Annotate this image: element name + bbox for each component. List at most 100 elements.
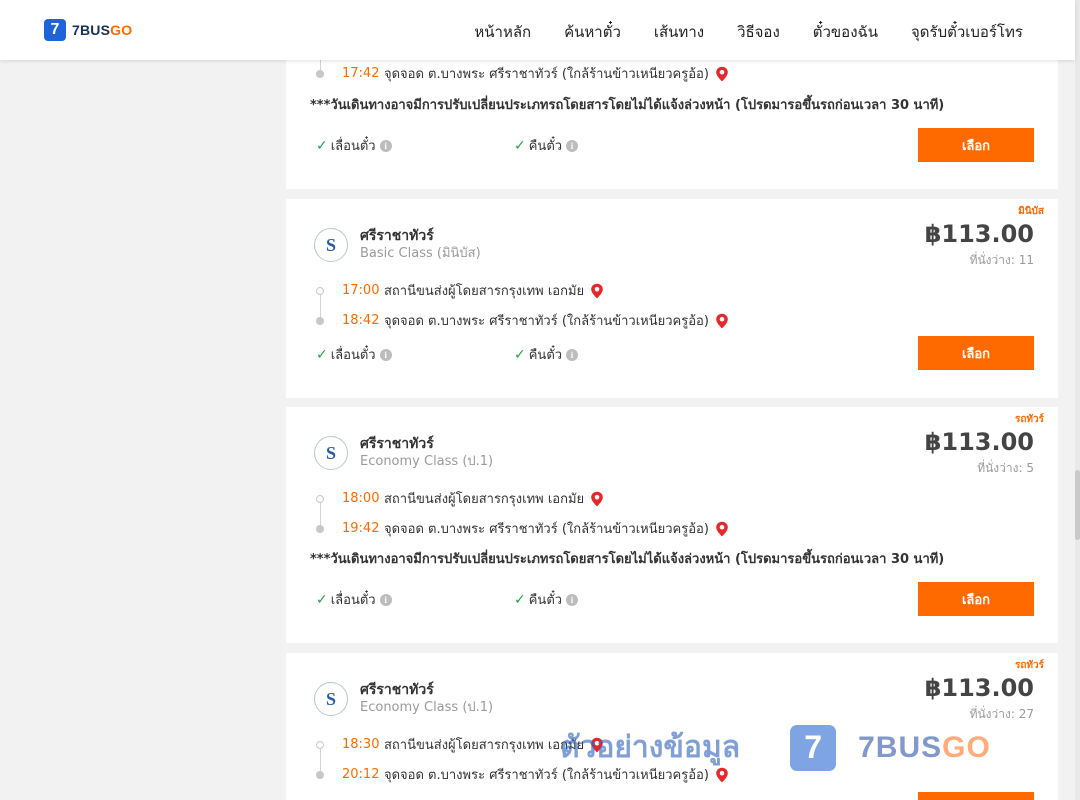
select-button[interactable]: เลือก [918,128,1034,162]
brand-logo[interactable]: 7 7BUSGO [44,19,132,41]
seats-available: ที่นั่งว่าง: 27 [969,707,1034,721]
price: ฿113.00 [924,220,1034,248]
arrival-place: จุดจอด ต.บางพระ ศรีราชาทัวร์ (ใกล้ร้านข้… [384,522,709,537]
departure-dot-icon [316,740,324,749]
arrival-dot-icon [316,524,324,533]
operator: S ศรีราชาทัวร์ Basic Class (มินิบัส) [314,227,481,263]
nav-my-tickets[interactable]: ตั๋วของฉัน [813,20,878,44]
departure-dot-icon [316,286,324,295]
arrival-time: 20:12 [342,767,380,782]
scrollbar-thumb[interactable] [1075,470,1080,540]
logo-badge-icon: 7 [44,19,66,41]
trip-card: รถทัวร์ S ศรีราชาทัวร์ Economy Class (ป.… [286,407,1058,643]
select-button[interactable] [918,792,1034,800]
map-pin-icon[interactable] [715,66,729,82]
select-button[interactable]: เลือก [918,336,1034,370]
vehicle-type-tag: รถทัวร์ [1014,414,1044,425]
operator-logo-icon: S [314,228,348,262]
logo-text: 7BUSGO [72,22,133,38]
refund-feature: ✓ คืนตั๋ว i [514,344,579,365]
arrival-place: จุดจอด ต.บางพระ ศรีราชาทัวร์ (ใกล้ร้านข้… [384,768,709,783]
price: ฿113.00 [924,674,1034,702]
seats-available: ที่นั่งว่าง: 5 [977,461,1034,475]
operator: S ศรีราชาทัวร์ Economy Class (ป.1) [314,435,493,471]
info-icon[interactable]: i [566,348,579,361]
operator: S ศรีราชาทัวร์ Economy Class (ป.1) [314,681,493,717]
map-pin-icon[interactable] [715,767,729,783]
bus-class: Economy Class (ป.1) [360,454,494,469]
refund-feature: ✓ คืนตั๋ว i [514,589,579,610]
site-header: 7 7BUSGO หน้าหลัก ค้นหาตั๋ว เส้นทาง วิธี… [0,0,1075,60]
arrival-dot-icon [316,316,324,325]
arrival-place: จุดจอด ต.บางพระ ศรีราชาทัวร์ (ใกล้ร้านข้… [384,314,709,329]
page-scrollbar[interactable] [1075,0,1080,800]
operator-name: ศรีราชาทัวร์ [360,682,434,698]
departure-stop: 18:30 สถานีขนส่งผู้โดยสารกรุงเทพ เอกมัย [314,734,604,755]
departure-stop: 18:00 สถานีขนส่งผู้โดยสารกรุงเทพ เอกมัย [314,488,604,509]
departure-place: สถานีขนส่งผู้โดยสารกรุงเทพ เอกมัย [384,492,585,507]
trip-card: มินิบัส S ศรีราชาทัวร์ Basic Class (มินิ… [286,199,1058,398]
nav-how-to-book[interactable]: วิธีจอง [737,20,780,44]
nav-routes[interactable]: เส้นทาง [654,20,704,44]
reschedule-feature: ✓ เลื่อนตั๋ว i [316,135,392,156]
departure-stop: 17:00 สถานีขนส่งผู้โดยสารกรุงเทพ เอกมัย [314,280,604,301]
departure-place: สถานีขนส่งผู้โดยสารกรุงเทพ เอกมัย [384,738,585,753]
main-nav: หน้าหลัก ค้นหาตั๋ว เส้นทาง วิธีจอง ตั๋วข… [474,20,1023,44]
operator-logo-icon: S [314,436,348,470]
operator-name: ศรีราชาทัวร์ [360,436,434,452]
info-icon[interactable]: i [379,139,392,152]
seats-available: ที่นั่งว่าง: 11 [969,253,1034,267]
nav-search-ticket[interactable]: ค้นหาตั๋ว [564,20,621,44]
arrival-dot-icon [316,69,324,78]
arrival-time: 17:42 [342,66,380,81]
operator-logo-icon: S [314,682,348,716]
vehicle-type-tag: มินิบัส [1018,206,1044,217]
check-icon: ✓ [514,591,526,608]
departure-time: 18:00 [342,491,380,506]
departure-place: สถานีขนส่งผู้โดยสารกรุงเทพ เอกมัย [384,284,585,299]
check-icon: ✓ [316,346,328,363]
arrival-time: 19:42 [342,521,380,536]
schedule-notice: ***วันเดินทางอาจมีการปรับเปลี่ยนประเภทรถ… [310,98,945,113]
refund-feature: ✓ คืนตั๋ว i [514,135,579,156]
info-icon[interactable]: i [379,348,392,361]
map-pin-icon[interactable] [590,737,604,753]
trip-card: 17:42 จุดจอด ต.บางพระ ศรีราชาทัวร์ (ใกล้… [286,40,1058,189]
departure-dot-icon [316,494,324,503]
departure-time: 17:00 [342,283,380,298]
map-pin-icon[interactable] [715,521,729,537]
price-block: ฿113.00 ที่นั่งว่าง: 5 [925,427,1034,478]
map-pin-icon[interactable] [590,283,604,299]
arrival-dot-icon [316,770,324,779]
select-button[interactable]: เลือก [918,582,1034,616]
arrival-stop: 20:12 จุดจอด ต.บางพระ ศรีราชาทัวร์ (ใกล้… [314,764,729,785]
reschedule-feature: ✓ เลื่อนตั๋ว i [316,589,392,610]
info-icon[interactable]: i [566,139,579,152]
trip-card: รถทัวร์ S ศรีราชาทัวร์ Economy Class (ป.… [286,653,1058,800]
map-pin-icon[interactable] [590,491,604,507]
arrival-stop: 18:42 จุดจอด ต.บางพระ ศรีราชาทัวร์ (ใกล้… [314,310,729,331]
price-block: ฿113.00 ที่นั่งว่าง: 11 [925,219,1034,270]
arrival-place: จุดจอด ต.บางพระ ศรีราชาทัวร์ (ใกล้ร้านข้… [384,67,709,82]
nav-ticket-pickup[interactable]: จุดรับตั๋วเบอร์โทร [911,20,1023,44]
reschedule-feature: ✓ เลื่อนตั๋ว i [316,344,392,365]
check-icon: ✓ [316,591,328,608]
check-icon: ✓ [514,346,526,363]
map-pin-icon[interactable] [715,313,729,329]
check-icon: ✓ [316,137,328,154]
check-icon: ✓ [514,137,526,154]
vehicle-type-tag: รถทัวร์ [1014,660,1044,671]
operator-name: ศรีราชาทัวร์ [360,228,434,244]
bus-class: Basic Class (มินิบัส) [360,246,481,261]
bus-class: Economy Class (ป.1) [360,700,494,715]
arrival-time: 18:42 [342,313,380,328]
departure-time: 18:30 [342,737,380,752]
nav-home[interactable]: หน้าหลัก [474,20,531,44]
arrival-stop: 19:42 จุดจอด ต.บางพระ ศรีราชาทัวร์ (ใกล้… [314,518,729,539]
price: ฿113.00 [924,428,1034,456]
schedule-notice: ***วันเดินทางอาจมีการปรับเปลี่ยนประเภทรถ… [310,552,945,567]
arrival-stop: 17:42 จุดจอด ต.บางพระ ศรีราชาทัวร์ (ใกล้… [314,63,729,84]
info-icon[interactable]: i [379,593,392,606]
price-block: ฿113.00 ที่นั่งว่าง: 27 [925,673,1034,724]
info-icon[interactable]: i [566,593,579,606]
